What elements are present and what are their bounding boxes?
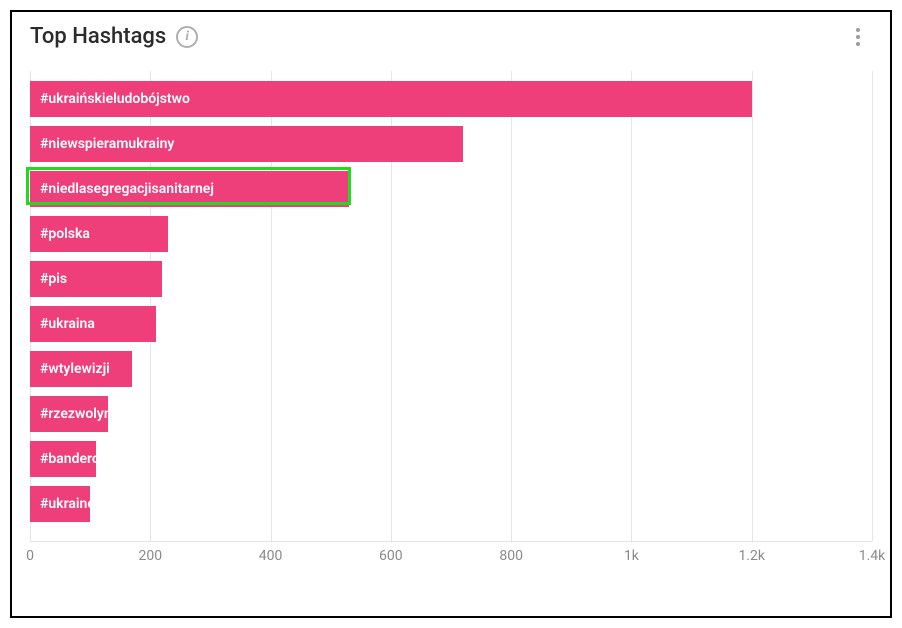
bar[interactable]: #polska bbox=[30, 216, 168, 252]
title-wrap: Top Hashtags i bbox=[30, 24, 198, 49]
bar-row: #polska bbox=[30, 216, 872, 252]
bar-label: #rzezwolynska bbox=[40, 406, 134, 422]
x-tick-label: 600 bbox=[379, 548, 403, 564]
bar-chart: #ukraińskieludobójstwo #niewspieramukrain… bbox=[30, 71, 872, 571]
x-tick-label: 1.2k bbox=[738, 548, 765, 564]
x-tick-label: 1.4k bbox=[859, 548, 886, 564]
bar-label: #ukraine bbox=[40, 496, 95, 512]
bar-label: #niedlasegregacjisanitarnej bbox=[40, 181, 214, 197]
bar[interactable]: #rzezwolynska bbox=[30, 396, 108, 432]
bar-row: #niedlasegregacjisanitarnej bbox=[30, 171, 872, 207]
bar-label: #polska bbox=[40, 226, 90, 242]
x-tick-label: 800 bbox=[499, 548, 523, 564]
bar-row: #banderowcy bbox=[30, 441, 872, 477]
bar-label: #ukraińskieludobójstwo bbox=[40, 91, 190, 107]
bar[interactable]: #wtylewizji bbox=[30, 351, 132, 387]
bar-row: #rzezwolynska bbox=[30, 396, 872, 432]
bar[interactable]: #ukraina bbox=[30, 306, 156, 342]
x-axis: 02004006008001k1.2k1.4k bbox=[30, 541, 872, 571]
bar[interactable]: #ukraine bbox=[30, 486, 90, 522]
bar[interactable]: #banderowcy bbox=[30, 441, 96, 477]
plot-area: #ukraińskieludobójstwo #niewspieramukrain… bbox=[30, 71, 872, 541]
bar-row: #ukraina bbox=[30, 306, 872, 342]
bar-label: #wtylewizji bbox=[40, 361, 110, 377]
card-header: Top Hashtags i bbox=[30, 24, 872, 49]
grid-line bbox=[872, 71, 873, 541]
bar[interactable]: #niewspieramukrainy bbox=[30, 126, 463, 162]
bar-label: #pis bbox=[40, 271, 67, 287]
x-tick-label: 400 bbox=[259, 548, 283, 564]
bar[interactable]: #niedlasegregacjisanitarnej bbox=[30, 171, 349, 207]
chart-card: Top Hashtags i #ukraińskieludobójstwo #ni… bbox=[10, 10, 892, 618]
card-title: Top Hashtags bbox=[30, 24, 166, 49]
x-tick-label: 0 bbox=[26, 548, 34, 564]
bar-row: #ukraine bbox=[30, 486, 872, 522]
bar-label: #banderowcy bbox=[40, 451, 124, 467]
bar[interactable]: #pis bbox=[30, 261, 162, 297]
bar-row: #niewspieramukrainy bbox=[30, 126, 872, 162]
bar-label: #niewspieramukrainy bbox=[40, 136, 174, 152]
info-icon[interactable]: i bbox=[176, 26, 198, 48]
bar-row: #wtylewizji bbox=[30, 351, 872, 387]
bar-label: #ukraina bbox=[40, 316, 95, 332]
bar[interactable]: #ukraińskieludobójstwo bbox=[30, 81, 752, 117]
bar-row: #ukraińskieludobójstwo bbox=[30, 81, 872, 117]
x-tick-label: 200 bbox=[138, 548, 162, 564]
kebab-menu-icon[interactable] bbox=[848, 25, 872, 49]
bar-row: #pis bbox=[30, 261, 872, 297]
x-tick-label: 1k bbox=[624, 548, 639, 564]
